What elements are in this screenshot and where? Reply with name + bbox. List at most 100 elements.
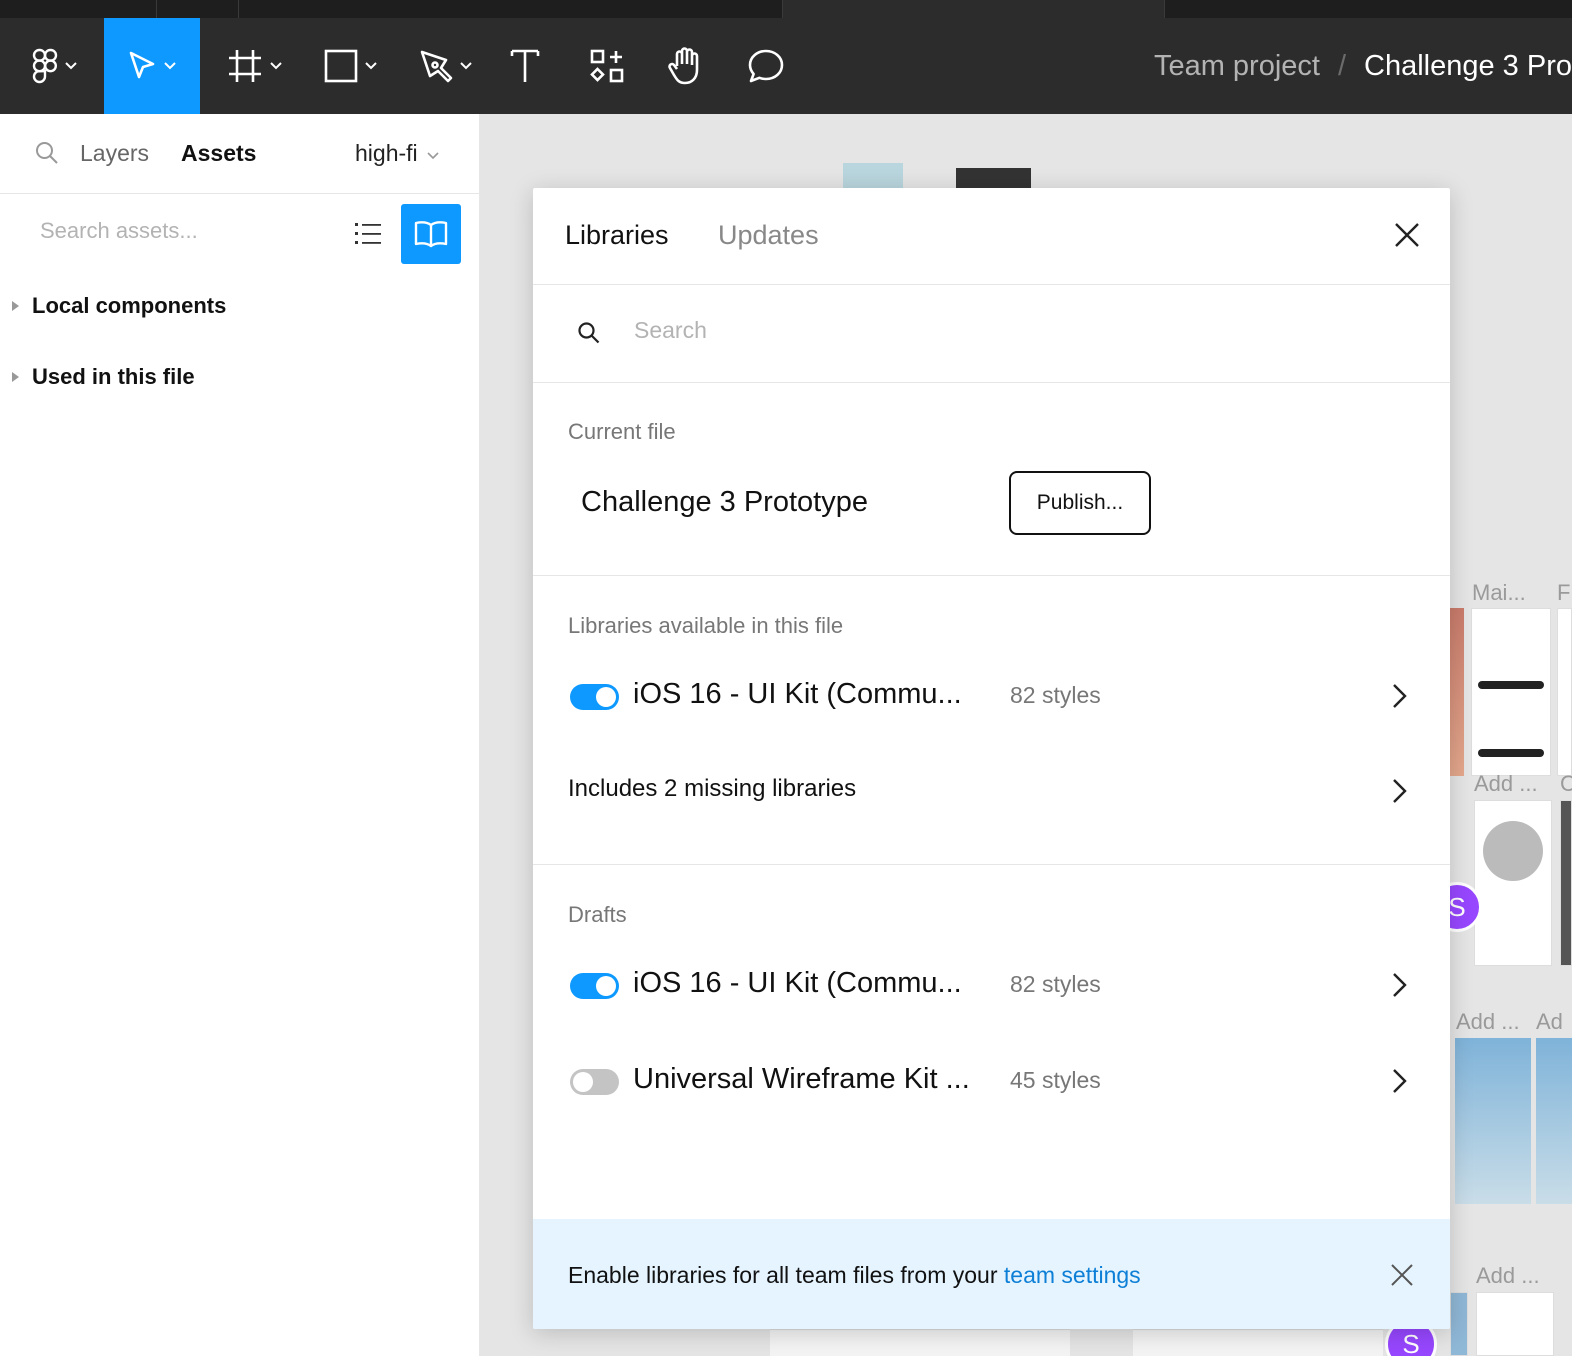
frame-label[interactable]: C	[1560, 771, 1572, 797]
libraries-modal: Libraries Updates Current file Challenge…	[533, 188, 1450, 1329]
canvas-frame-thumbnail[interactable]	[1474, 800, 1552, 966]
book-icon	[414, 221, 448, 248]
team-library-button[interactable]	[401, 204, 461, 264]
text-tool-button[interactable]	[505, 18, 545, 114]
tab-layers[interactable]: Layers	[80, 140, 149, 167]
left-sidebar: Layers Assets high-fi Local components U…	[0, 114, 480, 1356]
list-view-button[interactable]	[346, 212, 390, 256]
canvas-frame-thumbnail[interactable]	[1455, 1038, 1531, 1204]
dismiss-banner-button[interactable]	[1389, 1262, 1415, 1288]
comment-tool-button[interactable]	[744, 18, 788, 114]
canvas-frame-thumbnail[interactable]	[956, 168, 1031, 188]
divider	[533, 575, 1450, 576]
canvas-frame-thumbnail[interactable]	[1536, 1038, 1572, 1204]
assets-search-input[interactable]	[40, 218, 320, 244]
close-icon	[1395, 223, 1419, 247]
chevron-right-icon[interactable]	[1387, 777, 1411, 805]
canvas-frame-thumbnail[interactable]	[1560, 800, 1572, 966]
comment-bubble-icon	[747, 48, 785, 84]
figma-logo-icon	[32, 48, 58, 84]
canvas-frame-thumbnail[interactable]	[843, 163, 903, 188]
chevron-right-icon[interactable]	[1387, 1067, 1411, 1095]
chevron-down-icon	[163, 61, 177, 71]
library-search-input[interactable]	[634, 317, 1334, 344]
canvas-frame-thumbnail[interactable]	[1450, 608, 1464, 776]
main-menu-button[interactable]	[22, 18, 88, 114]
breadcrumb-separator: /	[1337, 49, 1347, 82]
section-label: Local components	[32, 293, 227, 318]
tab-updates[interactable]: Updates	[718, 220, 819, 251]
file-tab-strip	[0, 0, 1572, 18]
chevron-down-icon	[64, 61, 78, 71]
shape-tool-button[interactable]	[318, 18, 384, 114]
modal-header: Libraries Updates	[533, 188, 1450, 285]
library-toggle[interactable]	[570, 973, 619, 999]
banner-text: Enable libraries for all team files from…	[568, 1262, 1141, 1289]
page-selector[interactable]: high-fi	[355, 140, 440, 167]
canvas-frame-thumbnail[interactable]	[770, 1329, 1070, 1356]
chevron-right-icon[interactable]	[1387, 971, 1411, 999]
library-toggle[interactable]	[570, 684, 619, 710]
cursor-icon	[127, 50, 157, 82]
canvas-frame-thumbnail[interactable]	[1133, 1329, 1383, 1356]
drafts-heading: Drafts	[568, 902, 627, 927]
components-plus-icon	[589, 48, 625, 84]
publish-button[interactable]: Publish...	[1009, 471, 1151, 535]
hand-tool-button[interactable]	[664, 18, 708, 114]
library-search-bar	[533, 285, 1450, 383]
file-tab[interactable]	[239, 0, 783, 18]
frame-label[interactable]: Mai...	[1472, 580, 1526, 606]
available-libraries-heading: Libraries available in this file	[568, 613, 844, 638]
frame-label[interactable]: Ad	[1536, 1009, 1563, 1035]
library-name: Universal Wireframe Kit ...	[633, 1063, 970, 1095]
rectangle-icon	[324, 49, 358, 83]
toggle-knob	[596, 976, 616, 996]
chevron-down-icon	[269, 61, 283, 71]
frame-label[interactable]: Add ...	[1474, 771, 1538, 797]
library-toggle[interactable]	[570, 1069, 619, 1095]
missing-libraries-row[interactable]: Includes 2 missing libraries	[533, 761, 1450, 821]
breadcrumb-project[interactable]: Team project	[1154, 50, 1320, 83]
current-file-heading: Current file	[568, 419, 676, 444]
chevron-down-icon	[459, 61, 473, 71]
resources-button[interactable]	[585, 18, 629, 114]
pen-tool-button[interactable]	[413, 18, 479, 114]
canvas-frame-thumbnail[interactable]	[1471, 608, 1551, 776]
file-tab[interactable]	[0, 0, 157, 18]
chevron-right-icon[interactable]	[1387, 682, 1411, 710]
frame-label[interactable]: Add ...	[1476, 1263, 1540, 1289]
search-icon[interactable]	[34, 140, 60, 171]
library-name: iOS 16 - UI Kit (Commu...	[633, 678, 962, 710]
file-tab[interactable]	[157, 0, 239, 18]
canvas-frame-thumbnail[interactable]	[1476, 1292, 1554, 1356]
breadcrumb-file-name[interactable]: Challenge 3 Pro	[1364, 50, 1572, 83]
frame-label[interactable]: F	[1557, 580, 1570, 606]
toggle-knob	[573, 1072, 593, 1092]
caret-right-icon	[12, 301, 19, 311]
canvas-frame-thumbnail[interactable]	[1450, 1292, 1468, 1356]
page-name: high-fi	[355, 140, 418, 166]
library-row[interactable]: Universal Wireframe Kit ... 45 styles	[533, 1051, 1450, 1111]
library-row[interactable]: iOS 16 - UI Kit (Commu... 82 styles	[533, 955, 1450, 1015]
file-tab-active[interactable]	[783, 0, 1165, 18]
team-settings-link[interactable]: team settings	[1004, 1262, 1141, 1288]
close-modal-button[interactable]	[1390, 218, 1424, 252]
current-file-name: Challenge 3 Prototype	[581, 486, 868, 518]
section-used-in-file[interactable]: Used in this file	[0, 357, 479, 397]
tab-assets[interactable]: Assets	[181, 140, 256, 167]
move-tool-button[interactable]	[104, 18, 200, 114]
library-style-count: 82 styles	[1010, 682, 1101, 708]
library-style-count: 45 styles	[1010, 1067, 1101, 1093]
toggle-knob	[596, 687, 616, 707]
list-icon	[355, 223, 381, 244]
frame-tool-button[interactable]	[222, 18, 288, 114]
tab-libraries[interactable]: Libraries	[565, 220, 669, 251]
sidebar-header: Layers Assets high-fi	[0, 114, 479, 194]
section-local-components[interactable]: Local components	[0, 286, 479, 326]
library-row[interactable]: iOS 16 - UI Kit (Commu... 82 styles	[533, 666, 1450, 726]
breadcrumb: Team project / Challenge 3 Pro	[1154, 18, 1572, 114]
search-icon	[577, 321, 601, 350]
canvas-frame-thumbnail[interactable]	[1557, 608, 1572, 776]
text-icon	[510, 48, 540, 84]
frame-label[interactable]: Add ...	[1456, 1009, 1520, 1035]
